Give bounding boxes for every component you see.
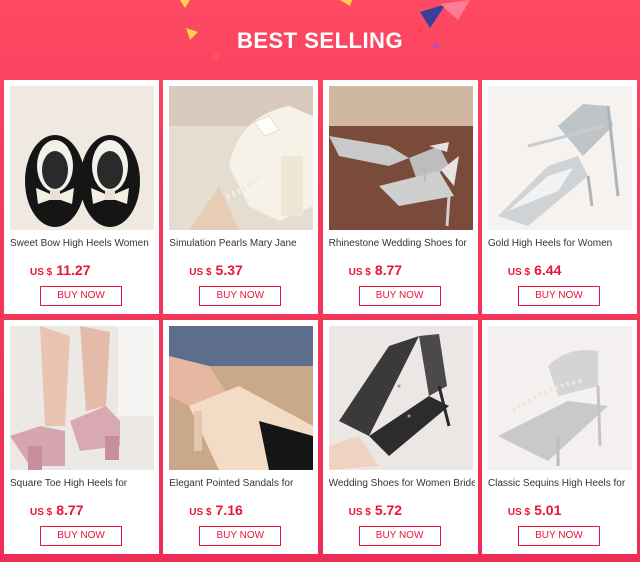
buy-now-button[interactable]: BUY NOW <box>40 526 122 546</box>
buy-now-button[interactable]: BUY NOW <box>358 286 441 306</box>
product-image[interactable] <box>10 86 154 230</box>
price-currency: US $ <box>348 267 371 278</box>
product-card[interactable]: Rhinestone Wedding Shoes for US $8.77 BU… <box>322 80 478 314</box>
buy-now-button[interactable]: BUY NOW <box>199 526 282 546</box>
product-title[interactable]: Sweet Bow High Heels Women <box>10 238 156 250</box>
product-price: US $7.16 <box>189 502 242 520</box>
buy-now-button[interactable]: BUY NOW <box>358 526 441 546</box>
product-title[interactable]: Elegant Pointed Sandals for <box>169 478 315 490</box>
price-value: 11.27 <box>56 262 91 278</box>
product-price: US $8.77 <box>349 262 402 280</box>
banner-title: BEST SELLING <box>236 28 404 53</box>
product-card[interactable]: Gold High Heels for Women US $6.44 BUY N… <box>481 80 637 314</box>
product-title[interactable]: Classic Sequins High Heels for <box>488 478 634 490</box>
price-currency: US $ <box>189 267 212 278</box>
product-title[interactable]: Square Toe High Heels for <box>10 478 156 490</box>
product-card[interactable]: Wedding Shoes for Women Bride US $5.72 B… <box>322 320 478 554</box>
price-value: 5.37 <box>215 262 243 278</box>
price-value: 8.77 <box>374 262 403 278</box>
product-title[interactable]: Gold High Heels for Women <box>488 238 634 250</box>
product-title[interactable]: Simulation Pearls Mary Jane <box>169 238 315 250</box>
product-price: US $5.01 <box>508 502 561 520</box>
price-value: 7.16 <box>215 502 243 518</box>
product-price: US $5.72 <box>349 502 402 520</box>
product-image[interactable] <box>487 86 632 230</box>
price-currency: US $ <box>348 507 371 518</box>
product-card[interactable]: Square Toe High Heels for US $8.77 BUY N… <box>4 320 159 554</box>
product-image[interactable] <box>328 86 473 230</box>
product-price: US $11.27 <box>30 262 91 280</box>
product-image[interactable] <box>487 326 632 470</box>
price-currency: US $ <box>507 507 531 518</box>
product-title[interactable]: Wedding Shoes for Women Bride <box>329 478 475 490</box>
product-grid: Sweet Bow High Heels Women US $11.27 BUY… <box>4 80 637 554</box>
buy-now-button[interactable]: BUY NOW <box>40 286 122 306</box>
price-value: 5.01 <box>534 502 562 518</box>
price-currency: US $ <box>30 507 53 518</box>
price-currency: US $ <box>507 267 531 278</box>
product-price: US $5.37 <box>189 262 242 280</box>
product-card[interactable]: Simulation Pearls Mary Jane US $5.37 BUY… <box>163 80 319 314</box>
product-title[interactable]: Rhinestone Wedding Shoes for <box>329 238 475 250</box>
buy-now-button[interactable]: BUY NOW <box>517 526 600 546</box>
product-price: US $8.77 <box>30 502 83 520</box>
product-card[interactable]: Classic Sequins High Heels for US $5.01 … <box>481 320 637 554</box>
price-value: 8.77 <box>56 502 84 518</box>
buy-now-button[interactable]: BUY NOW <box>199 286 282 306</box>
product-price: US $6.44 <box>508 262 561 280</box>
product-card[interactable]: Elegant Pointed Sandals for US $7.16 BUY… <box>163 320 319 554</box>
buy-now-button[interactable]: BUY NOW <box>517 286 600 306</box>
product-image[interactable] <box>169 86 314 230</box>
best-selling-banner: BEST SELLING <box>0 0 640 80</box>
price-value: 5.72 <box>374 502 403 518</box>
product-card[interactable]: Sweet Bow High Heels Women US $11.27 BUY… <box>4 80 159 314</box>
price-currency: US $ <box>30 267 53 278</box>
price-value: 6.44 <box>534 262 562 278</box>
price-currency: US $ <box>189 507 212 518</box>
product-image[interactable] <box>328 326 473 470</box>
product-image[interactable] <box>169 326 314 470</box>
product-image[interactable] <box>10 326 154 470</box>
